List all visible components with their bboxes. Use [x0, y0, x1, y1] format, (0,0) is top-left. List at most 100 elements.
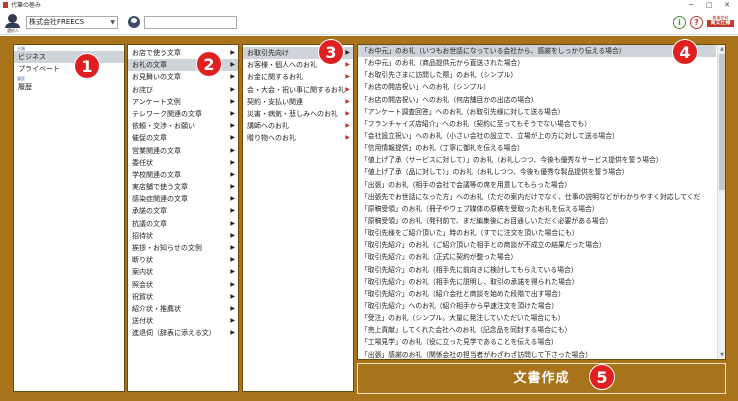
document-item[interactable]: 「原稿受領」のお礼（発刊前で、まだ編集後にお目通しいただく必要がある場合） [358, 215, 716, 227]
chevron-right-icon: ▶ [230, 304, 235, 312]
category-item[interactable]: ビジネス [14, 51, 124, 64]
info-icon[interactable]: i [673, 16, 686, 29]
subcategory-item[interactable]: 挨拶・お知らせの文例 ▶ [128, 242, 238, 254]
scroll-up-icon[interactable]: ▲ [718, 45, 725, 53]
help-icon[interactable]: ? [690, 16, 703, 29]
document-item[interactable]: 「原稿受領」のお礼（冊子やウェブ媒体の原稿を受取ったお礼を伝える場合） [358, 203, 716, 215]
scroll-down-icon[interactable]: ▼ [718, 351, 725, 359]
chevron-right-icon: ▶ [230, 207, 235, 215]
subcategory-item[interactable]: お店で使う文章 ▶ [128, 47, 238, 59]
subcategory-item[interactable]: お見舞いの文章 ▶ [128, 71, 238, 83]
document-item[interactable]: 「値上げ了承（サービスに対して）」のお礼（お礼しつつ、今後も優秀なサービス提供を… [358, 154, 716, 166]
subcategory-item[interactable]: 抗議の文章 ▶ [128, 218, 238, 230]
brand-logo: おまかせ 商文仕様 [707, 15, 734, 31]
topic-item[interactable]: 会・大会・祝い事に関するお礼 ▶ [243, 84, 353, 96]
document-item[interactable]: 「売上貢献」してくれた会社へのお礼（記念品を同封する場合にも） [358, 324, 716, 336]
subcategory-item[interactable]: 招待状 ▶ [128, 230, 238, 242]
chevron-right-icon: ▶ [230, 244, 235, 251]
title-bar: 代筆の極み ─ □ ✕ [0, 0, 738, 11]
topic-item[interactable]: お金に関するお礼 ▶ [243, 71, 353, 83]
topic-item-label: 講師へのお礼 [247, 122, 289, 131]
document-item[interactable]: 「お店の開店祝い」へのお礼（何店舗目かの出店の場合） [358, 94, 716, 106]
subcategory-item[interactable]: 実店舗で使う文章 ▶ [128, 181, 238, 193]
document-item[interactable]: 「取引先紹介」のお礼（相手先に前向きに検討してもらえている場合） [358, 264, 716, 276]
document-item[interactable]: 「取引先紹介」のお礼（正式に契約が整った場合） [358, 251, 716, 263]
subcategory-item[interactable]: 催促の文章 ▶ [128, 132, 238, 144]
document-item[interactable]: 「取引先様をご紹介頂いた」時のお礼（すでに注文を頂いた場合にも） [358, 227, 716, 239]
topic-panel: お取引先向け ▶ お客様・個人へのお礼 ▶ お金に関するお礼 ▶ 会・大会・祝い事に関するお… [242, 44, 354, 392]
subcategory-item-label: 送付状 [132, 317, 153, 326]
subcategory-item[interactable]: 進退伺（辞表に添える文） ▶ [128, 327, 238, 339]
document-item[interactable]: 「フランチャイズ店紹介」へのお礼（契約に至ってもそうでない場合でも） [358, 118, 716, 130]
topic-item[interactable]: 贈り物へのお礼 ▶ [243, 132, 353, 144]
subcategory-item[interactable]: 照会状 ▶ [128, 279, 238, 291]
company-select[interactable]: 株式会社FREECS ▼ [26, 16, 118, 29]
document-item[interactable]: 「アンケート調査回答」へのお礼（お取引先様に対して送る場合） [358, 106, 716, 118]
topic-item[interactable]: 契約・支払い関連 ▶ [243, 96, 353, 108]
subcategory-item[interactable]: 紹介状・推薦状 ▶ [128, 303, 238, 315]
close-button[interactable]: ✕ [720, 0, 734, 10]
step-badge-4: 4 [672, 39, 698, 65]
category-item-label: ビジネス [18, 53, 46, 61]
category-item[interactable]: 履歴 [14, 81, 124, 93]
company-select-value: 株式会社FREECS [29, 18, 85, 26]
logo-line2: 商文仕様 [707, 20, 734, 27]
subcategory-item[interactable]: お詫び ▶ [128, 84, 238, 96]
topic-item[interactable]: 講師へのお礼 ▶ [243, 120, 353, 132]
user-icon-head [8, 14, 17, 23]
subcategory-item-label: お見舞いの文章 [132, 73, 181, 82]
document-item[interactable]: 「信用情報提供」のお礼（丁寧に御礼を伝える場合） [358, 142, 716, 154]
subcategory-item-label: 営業関連の文章 [132, 146, 181, 155]
scrollbar-thumb[interactable] [719, 54, 725, 190]
document-item[interactable]: 「出張」感謝のお礼（関係会社の担当者がわざわざ訪問して下さった場合） [358, 349, 716, 359]
subcategory-item[interactable]: 承諾の文章 ▶ [128, 205, 238, 217]
document-item[interactable]: 「取引先紹介」のお礼（相手先に説明し、取引の承諾を得られた場合） [358, 276, 716, 288]
subcategory-item-label: 委任状 [132, 158, 153, 167]
subcategory-item[interactable]: 断り状 ▶ [128, 254, 238, 266]
subcategory-item[interactable]: 学校関連の文章 ▶ [128, 169, 238, 181]
subcategory-item[interactable]: アンケート文例 ▶ [128, 96, 238, 108]
subcategory-item[interactable]: 送付状 ▶ [128, 315, 238, 327]
document-item[interactable]: 「お店の開店祝い」へのお礼（シンプル） [358, 81, 716, 93]
chevron-right-icon: ▶ [230, 219, 235, 227]
document-item[interactable]: 「取引先紹介」のお礼（ご紹介頂いた相手との商談が不成立の結果だった場合） [358, 239, 716, 251]
subcategory-item[interactable]: 委任状 ▶ [128, 157, 238, 169]
document-item[interactable]: 「お中元」のお礼（商品提供元から直送された場合） [358, 57, 716, 69]
subcategory-item[interactable]: 依頼・交渉・お願い ▶ [128, 120, 238, 132]
document-item[interactable]: 「工場見学」のお礼（役に立った見学であることを伝える場合） [358, 336, 716, 348]
chevron-right-icon: ▶ [230, 317, 235, 325]
document-item[interactable]: 「受注」のお礼（シンプル。大量に発注していただいた場合にも） [358, 312, 716, 324]
minimize-button[interactable]: ─ [684, 0, 698, 10]
subcategory-item[interactable]: 祝賀状 ▶ [128, 291, 238, 303]
subcategory-item[interactable]: 営業関連の文章 ▶ [128, 145, 238, 157]
document-item[interactable]: 「お中元」のお礼（いつもお世話になっている会社から、感謝をしっかり伝える場合） [358, 45, 716, 58]
subcategory-item[interactable]: 感染症関連の文章 ▶ [128, 193, 238, 205]
person-icon [128, 16, 140, 28]
step-badge-5: 5 [589, 364, 615, 390]
category-item-label: プライベート [18, 65, 60, 74]
subcategory-item-label: 挨拶・お知らせの文例 [132, 244, 202, 252]
subcategory-panel: お店で使う文章 ▶ お礼の文章 ▶ お見舞いの文章 ▶ お詫び ▶ アンケート文例 ▶ テレワーク関… [127, 44, 239, 392]
chevron-right-icon: ▶ [230, 170, 235, 178]
category-item[interactable]: プライベート [14, 63, 124, 75]
document-item[interactable]: 「出張先でお世話になった方」へのお礼（ただの案内だけでなく、仕事の説明などがわか… [358, 191, 716, 203]
document-item[interactable]: 「会社設立祝い」へのお礼（小さい会社の設立で、立場が上の方に対して送る場合） [358, 130, 716, 142]
document-item[interactable]: 「取引先紹介」のお礼（紹介会社と商談を始めた段階で出す場合） [358, 288, 716, 300]
name-input[interactable] [144, 16, 237, 29]
topic-item[interactable]: 災害・病気・悲しみへのお礼 ▶ [243, 108, 353, 120]
document-item[interactable]: 「値上げ了承（品に対して）」のお礼（お礼しつつ、今後も優秀な製品提供を誓う場合） [358, 166, 716, 178]
document-item[interactable]: 「出張」のお礼（相手の会社で会議等の席を用意してもらった場合） [358, 179, 716, 191]
document-item[interactable]: 「取引先紹介」へのお礼（紹介相手から早速注文を頂けた場合） [358, 300, 716, 312]
create-document-button[interactable]: 文書作成 [357, 363, 726, 394]
subcategory-item[interactable]: テレワーク関連の文章 ▶ [128, 108, 238, 120]
maximize-button[interactable]: □ [702, 0, 716, 10]
user-icon[interactable]: 選択人 [4, 14, 22, 33]
subcategory-item[interactable]: 案内状 ▶ [128, 266, 238, 278]
document-item[interactable]: 「お取引先さまに訪問した際」のお礼（シンプル） [358, 69, 716, 81]
subcategory-item-label: 依頼・交渉・お願い [132, 122, 195, 131]
chevron-right-icon: ▶ [345, 134, 350, 142]
scrollbar[interactable]: ▲ ▼ [717, 45, 725, 359]
chevron-right-icon: ▶ [345, 61, 350, 69]
subcategory-item-label: お店で使う文章 [132, 49, 181, 57]
chevron-right-icon: ▶ [230, 146, 235, 154]
